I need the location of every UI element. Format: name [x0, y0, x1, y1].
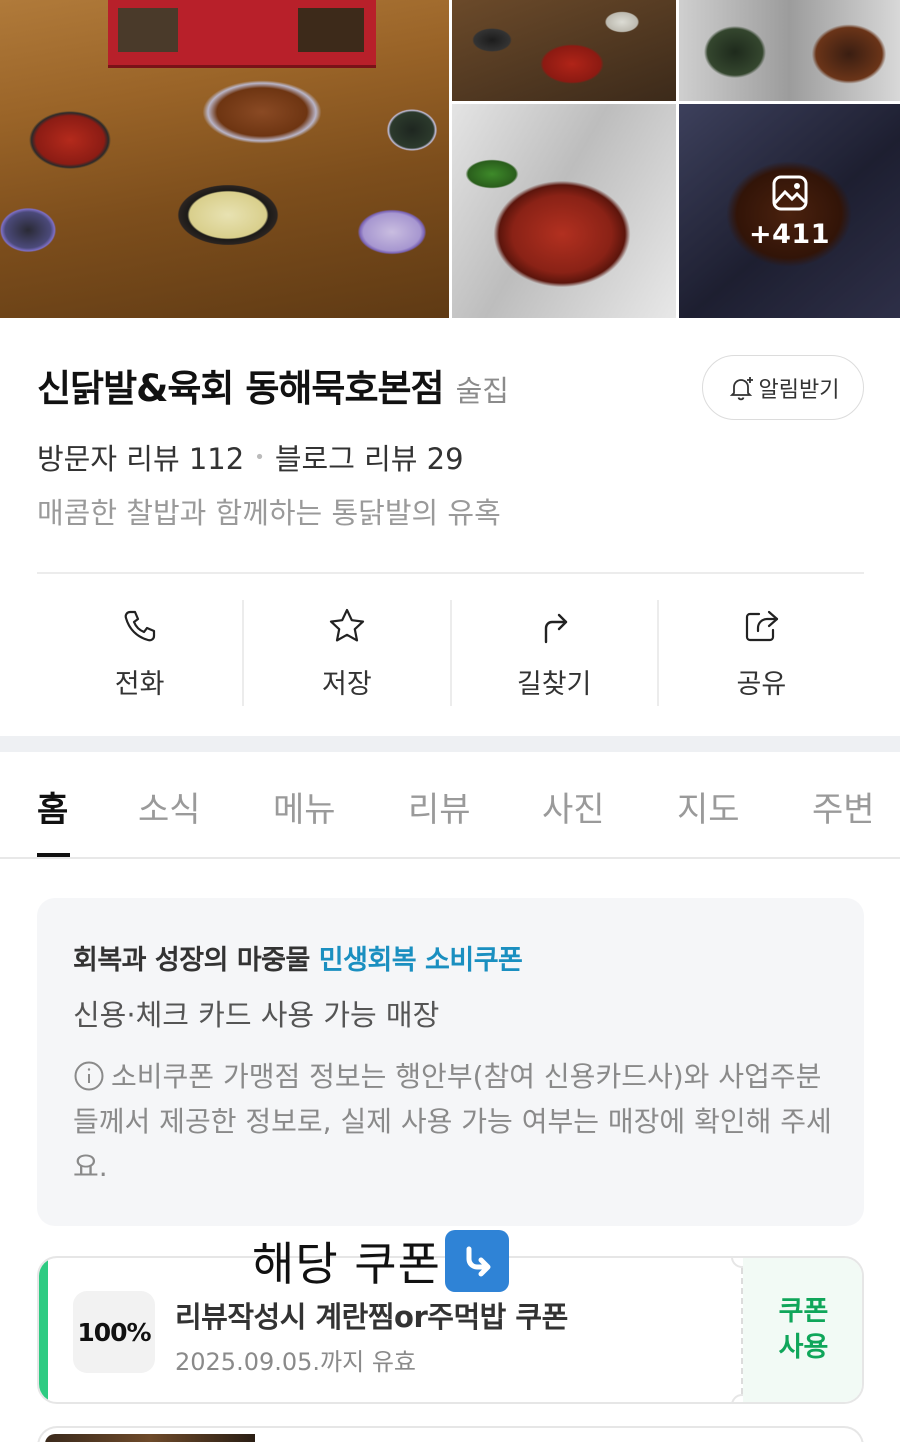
- coupon-accent-bar: [39, 1258, 48, 1402]
- tab-bar: 홈 소식 메뉴 리뷰 사진 지도 주변: [0, 752, 900, 859]
- info-subtitle: 신용·체크 카드 사용 가능 매장: [73, 998, 440, 1032]
- use-coupon-button[interactable]: 쿠폰 사용: [743, 1258, 862, 1402]
- directions-label: 길찾기: [516, 668, 592, 700]
- photo-gallery: +411: [0, 0, 900, 318]
- photo-thumbnail-more[interactable]: +411: [679, 104, 900, 318]
- place-category: 술집: [455, 374, 509, 408]
- photo-thumbnail[interactable]: [452, 0, 676, 101]
- share-button[interactable]: 공유: [659, 600, 864, 706]
- tab-home[interactable]: 홈: [37, 782, 68, 831]
- tab-photos[interactable]: 사진: [542, 782, 605, 831]
- info-headline: 회복과 성장의 마중물 민생회복 소비쿠폰: [73, 938, 523, 977]
- tab-menu[interactable]: 메뉴: [273, 782, 336, 831]
- info-icon: [74, 1061, 104, 1091]
- phone-icon: [124, 610, 155, 641]
- info-note: 소비쿠폰 가맹점 정보는 행안부(참여 신용카드사)와 사업주분들께서 제공한 …: [73, 1054, 843, 1189]
- directions-button[interactable]: 길찾기: [452, 600, 659, 706]
- more-photos-count: +411: [749, 218, 830, 250]
- active-tab-indicator: [37, 853, 70, 857]
- photo-thumbnail[interactable]: [452, 104, 676, 318]
- bell-plus-icon: [729, 376, 753, 400]
- star-icon: [329, 608, 364, 641]
- use-coupon-label-1: 쿠폰: [778, 1296, 829, 1327]
- place-tagline: 매콤한 찰밥과 함께하는 통닭발의 유혹: [37, 496, 501, 530]
- info-headline-prefix: 회복과 성장의 마중물: [73, 945, 310, 976]
- use-coupon-label-2: 사용: [778, 1332, 829, 1363]
- reviews-row: 방문자 리뷰 112 • 블로그 리뷰 29: [37, 436, 464, 478]
- share-icon: [746, 610, 779, 641]
- section-gap: [0, 736, 900, 752]
- tab-map[interactable]: 지도: [677, 782, 740, 831]
- call-button[interactable]: 전화: [37, 600, 245, 706]
- coupon-badge: 100%: [73, 1291, 155, 1373]
- info-note-text: 소비쿠폰 가맹점 정보는 행안부(참여 신용카드사)와 사업주분들께서 제공한 …: [73, 1060, 832, 1183]
- call-label: 전화: [114, 668, 165, 700]
- visitor-review-link[interactable]: 방문자 리뷰 112: [37, 436, 244, 478]
- tab-news[interactable]: 소식: [138, 782, 201, 831]
- coupon-title: 리뷰작성시 계란찜or주먹밥 쿠폰: [175, 1300, 568, 1334]
- divider: [37, 572, 864, 574]
- annotation-text: 해당 쿠폰: [252, 1237, 441, 1291]
- directions-icon: [544, 613, 568, 643]
- notify-label: 알림받기: [758, 377, 840, 403]
- photo-thumbnail[interactable]: [679, 0, 900, 101]
- separator-dot: •: [254, 446, 265, 468]
- save-button[interactable]: 저장: [244, 600, 452, 706]
- more-photos-overlay[interactable]: +411: [679, 104, 900, 318]
- coupon-expiry: 2025.09.05.까지 유효: [175, 1348, 416, 1376]
- arrow-down-right-icon: [444, 1230, 509, 1292]
- main-photo[interactable]: [0, 0, 449, 318]
- tab-reviews[interactable]: 리뷰: [408, 782, 471, 831]
- annotation-label: 해당 쿠폰: [252, 1228, 509, 1294]
- action-bar: 전화 저장 길찾기 공유: [37, 600, 864, 706]
- save-label: 저장: [322, 668, 372, 700]
- share-label: 공유: [736, 668, 787, 700]
- notify-button[interactable]: 알림받기: [702, 355, 864, 420]
- place-name: 신닭발&육회 동해묵호본점: [37, 367, 445, 410]
- tab-nearby[interactable]: 주변: [812, 782, 875, 831]
- image-icon: [772, 175, 807, 210]
- coupon-info-box: 회복과 성장의 마중물 민생회복 소비쿠폰 신용·체크 카드 사용 가능 매장 …: [37, 898, 864, 1226]
- info-headline-highlight: 민생회복 소비쿠폰: [318, 945, 523, 976]
- photo-grid: +411: [452, 0, 900, 318]
- place-title-row: 신닭발&육회 동해묵호본점 술집: [37, 358, 509, 412]
- menu-board-photo-detail: [108, 0, 376, 68]
- next-card-peek[interactable]: [37, 1426, 864, 1442]
- blog-review-link[interactable]: 블로그 리뷰 29: [275, 436, 464, 478]
